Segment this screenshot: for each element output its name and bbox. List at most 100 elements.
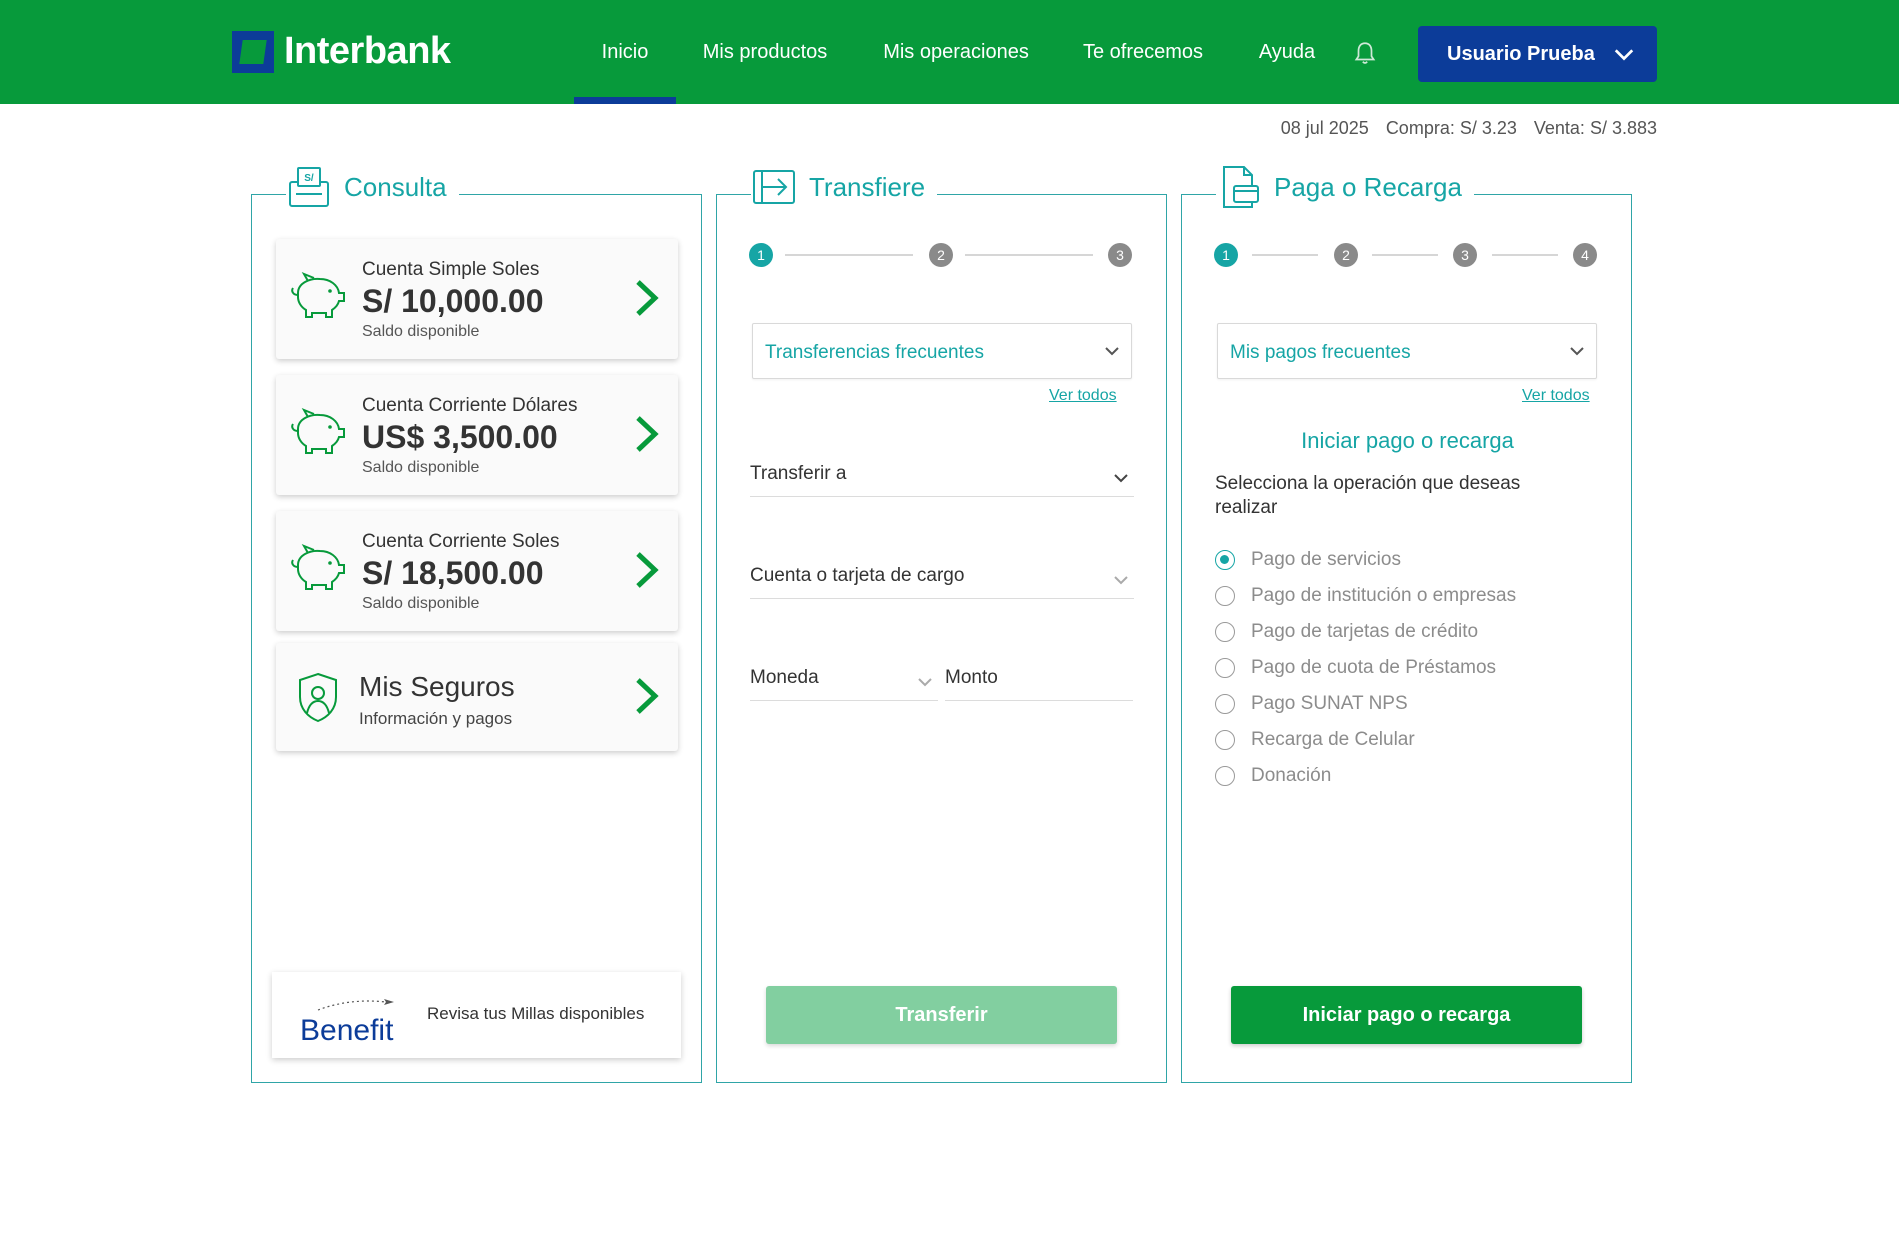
pago-recarga-title: Paga o Recarga [1274, 171, 1462, 202]
step-3: 3 [1453, 243, 1477, 267]
monto-input[interactable]: Monto [945, 657, 1133, 701]
interbank-logo-text: Interbank [284, 30, 451, 72]
monto-label: Monto [945, 667, 998, 688]
account-card-corriente-dolares[interactable]: Cuenta Corriente Dólares US$ 3,500.00 Sa… [276, 375, 678, 495]
exchange-date: 08 jul 2025 [1280, 118, 1369, 138]
step-2: 2 [929, 243, 953, 267]
transferir-button[interactable]: Transferir [766, 986, 1117, 1044]
account-balance: S/ 18,500.00 [362, 555, 544, 591]
chevron-down-icon [918, 678, 932, 687]
transfiere-header: Transfiere [751, 163, 938, 211]
radio-pago-institucion[interactable]: Pago de institución o empresas [1215, 584, 1516, 608]
pago-recarga-panel: Paga o Recarga 1 2 3 4 Mis pagos frecuen… [1181, 163, 1632, 1083]
frequent-transfers-label: Transferencias frecuentes [765, 342, 984, 363]
frequent-transfers-select[interactable]: Transferencias frecuentes [752, 323, 1132, 379]
radio-label: Pago SUNAT NPS [1251, 693, 1408, 714]
piggy-bank-icon [291, 272, 345, 318]
radio-button[interactable] [1215, 766, 1235, 786]
exchange-sell: Venta: S/ 3.883 [1533, 118, 1657, 138]
consulta-title: Consulta [344, 171, 447, 202]
insurance-subtitle: Información y pagos [359, 709, 513, 728]
chevron-right-icon [636, 280, 659, 316]
consulta-header: S/ Consulta [286, 163, 459, 211]
account-balance: US$ 3,500.00 [362, 419, 558, 455]
moneda-label: Moneda [750, 667, 819, 688]
nav-item-mis-operaciones[interactable]: Mis operaciones [870, 0, 1042, 104]
transfiere-title: Transfiere [809, 171, 926, 202]
radio-pago-servicios[interactable]: Pago de servicios [1215, 548, 1401, 572]
interbank-logo-mark [232, 30, 274, 73]
account-balance-caption: Saldo disponible [362, 595, 480, 612]
chevron-right-icon [636, 416, 659, 452]
radio-pago-sunat[interactable]: Pago SUNAT NPS [1215, 692, 1408, 716]
user-name: Usuario Prueba [1447, 42, 1595, 65]
ver-todos-transfers-link[interactable]: Ver todos [1049, 387, 1117, 405]
step-connector [1492, 254, 1558, 256]
radio-button[interactable] [1215, 658, 1235, 678]
account-balance-caption: Saldo disponible [362, 459, 480, 476]
account-card-corriente-soles[interactable]: Cuenta Corriente Soles S/ 18,500.00 Sald… [276, 511, 678, 631]
step-2: 2 [1334, 243, 1358, 267]
ver-todos-payments-link[interactable]: Ver todos [1522, 387, 1590, 405]
step-connector [965, 254, 1093, 256]
chevron-down-icon [1114, 576, 1128, 585]
step-connector [1252, 254, 1318, 256]
interbank-logo[interactable]: Interbank [232, 30, 451, 73]
frequent-payments-select[interactable]: Mis pagos frecuentes [1217, 323, 1597, 379]
step-1: 1 [749, 243, 773, 267]
cuenta-cargo-select[interactable]: Cuenta o tarjeta de cargo [750, 555, 1134, 599]
radio-recarga-celular[interactable]: Recarga de Celular [1215, 728, 1415, 752]
operation-instructions: Selecciona la operación que deseas reali… [1215, 473, 1521, 518]
radio-pago-tarjetas[interactable]: Pago de tarjetas de crédito [1215, 620, 1478, 644]
radio-button[interactable] [1215, 586, 1235, 606]
nav-item-inicio[interactable]: Inicio [574, 0, 676, 104]
radio-button[interactable] [1215, 694, 1235, 714]
transfiere-panel: Transfiere 1 2 3 Transferencias frecuent… [716, 163, 1167, 1083]
shield-person-icon [299, 672, 337, 723]
top-navigation-bar: Interbank Inicio Mis productos Mis opera… [0, 0, 1899, 104]
radio-button[interactable] [1215, 730, 1235, 750]
radio-button[interactable] [1215, 622, 1235, 642]
radio-label: Pago de tarjetas de crédito [1251, 621, 1479, 642]
iniciar-pago-heading: Iniciar pago o recarga [1301, 428, 1514, 453]
step-1: 1 [1214, 243, 1238, 267]
iniciar-pago-button[interactable]: Iniciar pago o recarga [1231, 986, 1582, 1044]
benefit-millas-banner[interactable]: Benefit Revisa tus Millas disponibles [272, 972, 681, 1058]
consulta-panel: S/ Consulta Cuenta Simple Soles S/ 10,00… [251, 163, 702, 1083]
radio-pago-prestamos[interactable]: Pago de cuota de Préstamos [1215, 656, 1496, 680]
user-menu-button[interactable]: Usuario Prueba [1418, 26, 1657, 82]
bill-card-icon [1223, 166, 1259, 208]
step-connector [785, 254, 913, 256]
nav-item-te-ofrecemos[interactable]: Te ofrecemos [1072, 0, 1214, 104]
radio-label: Pago de institución o empresas [1251, 585, 1517, 606]
radio-button[interactable] [1215, 550, 1235, 570]
svg-text:S/: S/ [304, 173, 314, 184]
account-card-simple-soles[interactable]: Cuenta Simple Soles S/ 10,000.00 Saldo d… [276, 239, 678, 359]
radio-label: Donación [1251, 765, 1332, 786]
transferir-a-label: Transferir a [750, 463, 847, 484]
chevron-down-icon [1570, 347, 1584, 356]
exchange-buy: Compra: S/ 3.23 [1385, 118, 1517, 138]
piggy-bank-icon [291, 408, 345, 454]
bell-icon[interactable] [1352, 40, 1378, 66]
step-3: 3 [1108, 243, 1132, 267]
account-name: Cuenta Corriente Soles [362, 531, 560, 552]
cuenta-cargo-label: Cuenta o tarjeta de cargo [750, 565, 965, 586]
account-balance-caption: Saldo disponible [362, 323, 480, 340]
nav-item-mis-productos[interactable]: Mis productos [690, 0, 840, 104]
chevron-right-icon [636, 678, 659, 714]
moneda-select[interactable]: Moneda [750, 657, 938, 701]
nav-item-ayuda[interactable]: Ayuda [1244, 0, 1330, 104]
account-balance: S/ 10,000.00 [362, 283, 544, 319]
radio-donacion[interactable]: Donación [1215, 764, 1331, 788]
transferir-a-select[interactable]: Transferir a [750, 453, 1134, 497]
insurance-card[interactable]: Mis Seguros Información y pagos [276, 643, 678, 751]
radio-label: Recarga de Celular [1251, 729, 1415, 750]
chevron-right-icon [636, 552, 659, 588]
benefit-text: Revisa tus Millas disponibles [427, 1004, 645, 1023]
benefit-logo: Benefit [300, 999, 394, 1046]
chevron-down-icon [1114, 474, 1128, 483]
chevron-down-icon [1614, 49, 1634, 61]
radio-label: Pago de servicios [1251, 549, 1401, 570]
chevron-down-icon [1105, 347, 1119, 356]
